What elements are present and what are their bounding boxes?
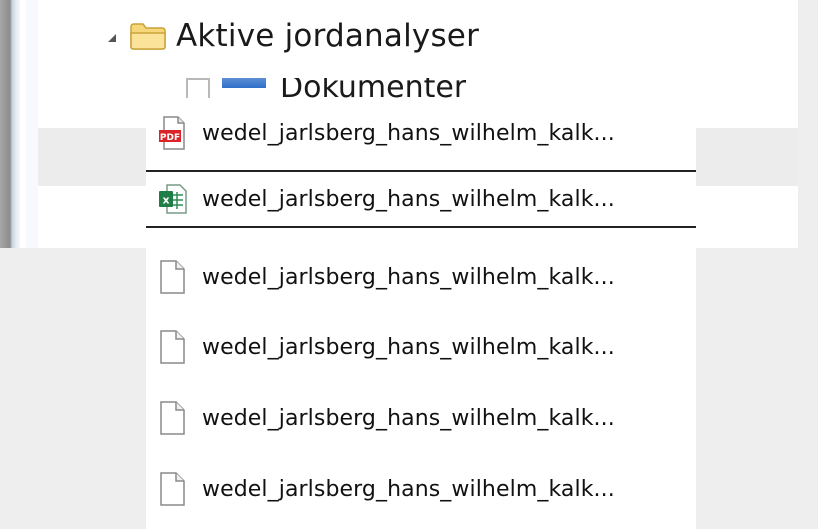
- folder-icon: [130, 22, 166, 50]
- file-name: wedel_jarlsberg_hans_wilhelm_kalk...: [202, 264, 615, 290]
- tree-item-label: Dokumenter: [280, 78, 467, 98]
- file-item[interactable]: wedel_jarlsberg_hans_wilhelm_kalk...: [146, 389, 696, 447]
- blank-file-icon: [158, 330, 188, 364]
- file-name: wedel_jarlsberg_hans_wilhelm_kalk...: [202, 186, 615, 212]
- file-item[interactable]: wedel_jarlsberg_hans_wilhelm_kalk...: [146, 248, 696, 306]
- document-icon: [222, 78, 266, 88]
- tree-gutter: [26, 0, 38, 248]
- blank-file-icon: [158, 260, 188, 294]
- file-item[interactable]: wedel_jarlsberg_hans_wilhelm_kalk...: [146, 460, 696, 518]
- file-name: wedel_jarlsberg_hans_wilhelm_kalk...: [202, 120, 615, 146]
- pdf-file-icon: PDF: [158, 116, 188, 150]
- file-item-pdf[interactable]: PDF wedel_jarlsberg_hans_wilhelm_kalk...: [146, 104, 696, 162]
- tree-item-aktive-jordanalyser[interactable]: Aktive jordanalyser: [98, 6, 479, 66]
- file-name: wedel_jarlsberg_hans_wilhelm_kalk...: [202, 476, 615, 502]
- blank-file-icon: [158, 472, 188, 506]
- svg-text:x: x: [162, 194, 169, 207]
- tree-item-partial[interactable]: Dokumenter: [186, 78, 466, 98]
- svg-text:PDF: PDF: [160, 133, 180, 143]
- left-panel-edge: [0, 0, 20, 248]
- excel-file-icon: x: [158, 182, 188, 216]
- file-item-excel[interactable]: x wedel_jarlsberg_hans_wilhelm_kalk...: [146, 170, 696, 228]
- file-item[interactable]: wedel_jarlsberg_hans_wilhelm_kalk...: [146, 318, 696, 376]
- expand-arrow-icon[interactable]: [108, 34, 116, 42]
- dragged-files-preview: PDF wedel_jarlsberg_hans_wilhelm_kalk...…: [146, 100, 696, 529]
- file-name: wedel_jarlsberg_hans_wilhelm_kalk...: [202, 405, 615, 431]
- file-name: wedel_jarlsberg_hans_wilhelm_kalk...: [202, 334, 615, 360]
- blank-file-icon: [158, 401, 188, 435]
- checkbox[interactable]: [186, 78, 210, 98]
- folder-label: Aktive jordanalyser: [176, 18, 480, 54]
